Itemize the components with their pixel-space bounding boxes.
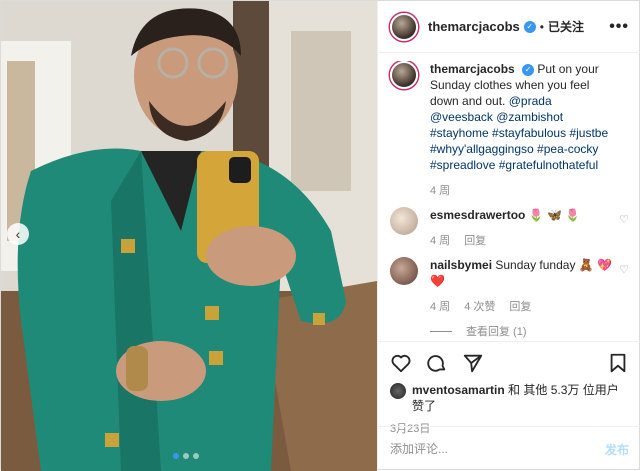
caption-meta: 4 周 <box>430 183 615 199</box>
comment-time: 4 周 <box>430 235 451 247</box>
post-sidebar: themarcjacobs ✓ • 已关注 ••• themarcjacobs … <box>377 1 640 471</box>
comment-body: nailsbymei Sunday funday 🧸 💖❤️ 4 周 4 次赞 … <box>430 257 629 315</box>
comments-list[interactable]: themarcjacobs ✓ Put on your Sunday cloth… <box>378 61 640 339</box>
comment-username[interactable]: esmesdrawertoo <box>430 208 525 222</box>
share-icon[interactable] <box>462 352 484 374</box>
post-actions: mventosamartin 和 其他 5.3万 位用户赞了 3月23日 <box>378 341 640 436</box>
comment-reply-button[interactable]: 回复 <box>464 233 486 249</box>
likes-summary: mventosamartin 和 其他 5.3万 位用户赞了 <box>390 382 629 414</box>
comment-likes[interactable]: 4 次赞 <box>464 299 495 315</box>
comment-avatar[interactable] <box>390 257 418 285</box>
comment-input[interactable] <box>390 442 605 456</box>
likes-text: mventosamartin 和 其他 5.3万 位用户赞了 <box>412 382 629 414</box>
view-replies-label[interactable]: 查看回复 (1) <box>466 323 527 339</box>
caption-body: themarcjacobs ✓ Put on your Sunday cloth… <box>430 61 629 199</box>
comment-like-heart-icon[interactable]: ♡ <box>619 213 629 226</box>
following-button[interactable]: 已关注 <box>548 18 584 35</box>
post-comment-button[interactable]: 发布 <box>605 441 629 458</box>
comment-username[interactable]: nailsbymei <box>430 258 492 272</box>
liker-avatar[interactable] <box>390 383 406 399</box>
caption-avatar[interactable] <box>390 61 418 89</box>
post-photo[interactable]: ‹ <box>1 1 377 471</box>
caption-tag-link[interactable]: #stayfabulous <box>492 126 566 140</box>
comment-meta: 4 周 回复 <box>430 233 615 249</box>
post-dialog: ‹ themarcjacobs ✓ • 已关注 ••• themarcjacob… <box>0 0 640 471</box>
caption-tag-link[interactable]: #stayhome <box>430 126 489 140</box>
verified-badge-icon: ✓ <box>522 63 535 76</box>
comment-meta: 4 周 4 次赞 回复 <box>430 299 615 315</box>
view-replies-button[interactable]: 查看回复 (1) <box>430 323 629 339</box>
carousel-dot <box>193 453 199 459</box>
caption-tag-link[interactable]: #justbe <box>569 126 608 140</box>
carousel-dot <box>173 453 179 459</box>
comment-text: 🌷 🦋 🌷 <box>528 208 581 222</box>
author-username[interactable]: themarcjacobs <box>428 19 520 34</box>
post-header: themarcjacobs ✓ • 已关注 ••• <box>378 1 640 53</box>
caption-tag-link[interactable]: @prada <box>509 94 552 108</box>
more-options-icon[interactable]: ••• <box>609 18 629 36</box>
add-comment-bar: 发布 <box>378 426 640 471</box>
carousel-dot <box>183 453 189 459</box>
previous-arrow-icon[interactable]: ‹ <box>7 223 29 245</box>
author-avatar[interactable] <box>390 12 418 41</box>
caption-tag-link[interactable]: @zambishot <box>496 110 563 124</box>
liker-username[interactable]: mventosamartin <box>412 383 505 397</box>
action-icons <box>390 350 629 376</box>
caption-username[interactable]: themarcjacobs <box>430 62 515 76</box>
bookmark-icon[interactable] <box>607 352 629 374</box>
comment-icon[interactable] <box>426 352 448 374</box>
caption-tag-link[interactable]: #gratefulnothateful <box>499 158 598 172</box>
caption-tag-link[interactable]: @veesback <box>430 110 493 124</box>
comment-avatar[interactable] <box>390 207 418 235</box>
photo-illustration <box>1 1 377 471</box>
comment-like-heart-icon[interactable]: ♡ <box>619 263 629 276</box>
replies-divider <box>430 330 452 332</box>
caption-tag-link[interactable]: #spreadlove <box>430 158 495 172</box>
comment-row: esmesdrawertoo 🌷 🦋 🌷 4 周 回复 ♡ <box>390 207 629 249</box>
heart-icon[interactable] <box>390 352 412 374</box>
verified-badge-icon: ✓ <box>523 20 536 33</box>
caption-tag-link[interactable]: #whyy'allgaggingso <box>430 142 534 156</box>
comment-time: 4 周 <box>430 301 451 313</box>
caption-time: 4 周 <box>430 185 451 197</box>
comment-body: esmesdrawertoo 🌷 🦋 🌷 4 周 回复 <box>430 207 629 249</box>
caption-row: themarcjacobs ✓ Put on your Sunday cloth… <box>390 61 629 199</box>
carousel-dots <box>173 453 199 459</box>
comment-row: nailsbymei Sunday funday 🧸 💖❤️ 4 周 4 次赞 … <box>390 257 629 315</box>
caption-tag-link[interactable]: #pea-cocky <box>537 142 598 156</box>
comment-reply-button[interactable]: 回复 <box>509 299 531 315</box>
header-separator: • <box>539 19 544 34</box>
